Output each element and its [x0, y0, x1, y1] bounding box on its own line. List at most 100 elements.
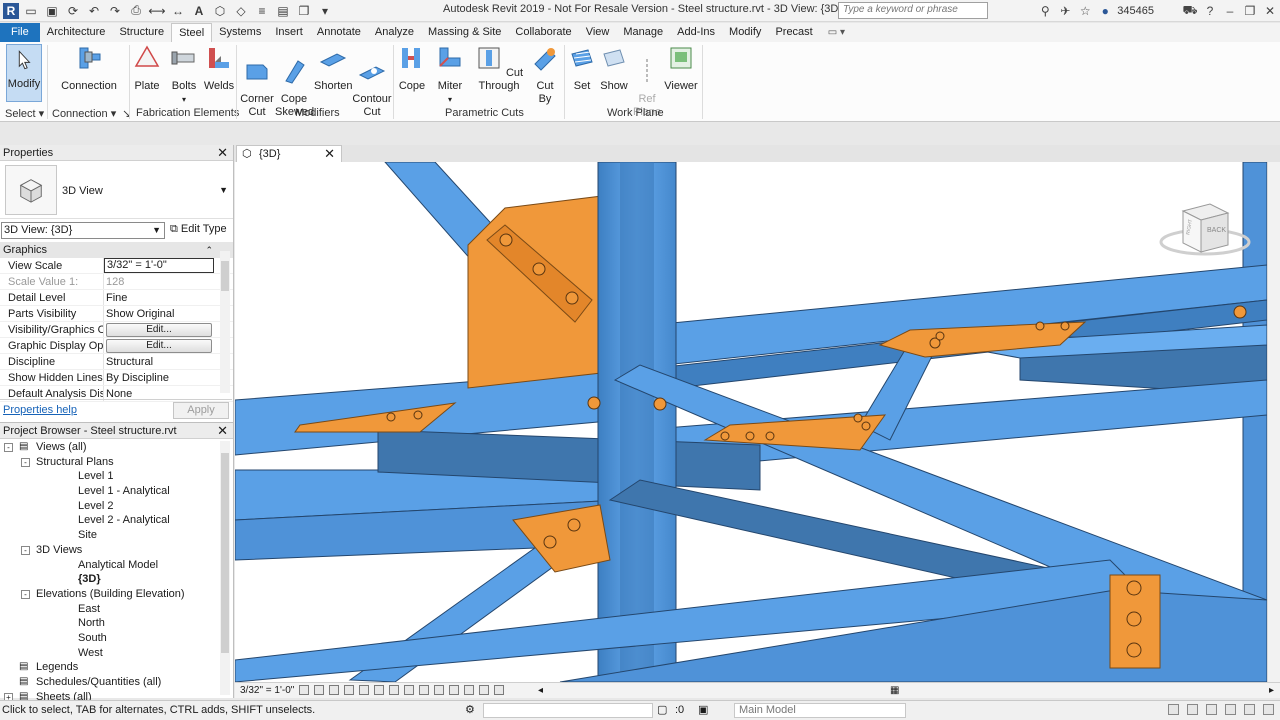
binoculars-icon[interactable]: ⚲ [1035, 4, 1055, 18]
comm-center-icon[interactable]: ✈ [1055, 4, 1075, 18]
close-icon[interactable]: ✕ [217, 145, 228, 161]
graphic-display-edit-button[interactable]: Edit... [106, 339, 212, 353]
select-by-face-icon[interactable] [1225, 704, 1236, 715]
switch-windows-icon[interactable]: ❐ [295, 3, 313, 19]
plate-button[interactable]: Plate [133, 44, 161, 93]
dimension-icon[interactable]: ↔ [169, 3, 187, 19]
save-icon[interactable]: ▣ [43, 3, 61, 19]
cart-icon[interactable]: ⛟ [1180, 3, 1200, 19]
measure-icon[interactable]: ⟷ [148, 3, 166, 19]
worksets-icon[interactable]: ⚙ [465, 701, 475, 720]
graphics-group-header[interactable]: Graphics ⌃ [0, 242, 233, 258]
user-icon[interactable]: ● [1095, 4, 1115, 18]
connection-button[interactable]: Connection [60, 44, 118, 93]
cut-by-button[interactable]: Cut By [530, 44, 560, 106]
customize-qat-icon[interactable]: ▾ [316, 3, 334, 19]
property-row[interactable]: Graphic Display Opt...Edit... [0, 338, 233, 354]
chevron-down-icon[interactable]: ▼ [219, 185, 228, 195]
redo-icon[interactable]: ↷ [106, 3, 124, 19]
tab-precast[interactable]: Precast [768, 23, 819, 42]
cut-through-button[interactable]: Cut Through [470, 44, 528, 93]
view-scale-control[interactable]: 3/32" = 1'-0" [240, 683, 294, 698]
browser-group-item[interactable]: -3D Views [0, 543, 218, 558]
property-row[interactable]: View Scale 3/32" = 1'-0" [0, 258, 233, 274]
browser-view-item[interactable]: Level 2 [0, 499, 218, 514]
undo-icon[interactable]: ↶ [85, 3, 103, 19]
scroll-right-icon[interactable]: ▸ [1269, 683, 1274, 698]
set-work-plane-button[interactable]: Set [568, 44, 596, 93]
browser-view-item[interactable]: South [0, 631, 218, 646]
edit-type-button[interactable]: ⧉ Edit Type [170, 223, 227, 236]
collapse-toggle-icon[interactable]: - [21, 457, 30, 467]
design-options-icon[interactable]: ▣ [698, 701, 708, 720]
property-row[interactable]: Parts Visibility Show Original [0, 306, 233, 322]
select-underlay-icon[interactable] [1187, 704, 1198, 715]
properties-help-link[interactable]: Properties help [3, 404, 77, 416]
miter-button[interactable]: Miter ▾ [435, 44, 465, 106]
shorten-button[interactable]: Shorten [314, 44, 353, 93]
visual-style-icon[interactable] [314, 685, 324, 695]
view-scale-input[interactable]: 3/32" = 1'-0" [104, 258, 214, 273]
editable-only-icon[interactable]: ▢ [657, 701, 667, 720]
steel-model-render[interactable]: BACK RIGHT [235, 162, 1267, 682]
render-icon[interactable] [359, 685, 369, 695]
close-icon[interactable]: ✕ [217, 423, 228, 439]
tab-add-ins[interactable]: Add-Ins [670, 23, 722, 42]
sun-path-icon[interactable] [329, 685, 339, 695]
tab-file[interactable]: File [0, 23, 40, 42]
contour-cut-button[interactable]: Contour Cut [352, 44, 392, 119]
properties-scrollbar[interactable] [220, 251, 230, 393]
property-row[interactable]: Discipline Structural [0, 354, 233, 370]
restore-icon[interactable]: ❐ [1240, 4, 1260, 18]
browser-group-item[interactable]: - ▤ Views (all) [0, 440, 218, 455]
apply-button[interactable]: Apply [173, 402, 229, 419]
sync-icon[interactable]: ⟳ [64, 3, 82, 19]
scroll-thumb[interactable] [221, 453, 229, 653]
type-selector[interactable]: 3D View ▼ [0, 161, 233, 219]
bolts-button[interactable]: Bolts ▾ [170, 44, 198, 106]
show-crop-icon[interactable] [389, 685, 399, 695]
property-row[interactable]: Detail Level Fine [0, 290, 233, 306]
tab-analyze[interactable]: Analyze [368, 23, 421, 42]
print-icon[interactable]: ⎙ [127, 3, 145, 19]
filter-icon[interactable] [1263, 704, 1274, 715]
collapse-toggle-icon[interactable]: - [21, 545, 30, 555]
collapse-toggle-icon[interactable]: - [21, 589, 30, 599]
tab-architecture[interactable]: Architecture [40, 23, 113, 42]
drag-on-select-icon[interactable] [1244, 704, 1255, 715]
highlight-displacement-icon[interactable] [479, 685, 489, 695]
tab-insert[interactable]: Insert [268, 23, 310, 42]
show-work-plane-button[interactable]: Show [600, 44, 628, 93]
design-option-dropdown[interactable]: Main Model [734, 703, 906, 718]
browser-view-item[interactable]: West [0, 646, 218, 661]
user-name[interactable]: 345465 [1117, 5, 1154, 17]
corner-cut-button[interactable]: Corner Cut [240, 44, 274, 119]
browser-group-item[interactable]: ▤ Schedules/Quantities (all) [0, 675, 218, 690]
scroll-grip-icon[interactable]: ▦ [890, 683, 899, 698]
crop-view-icon[interactable] [374, 685, 384, 695]
browser-view-item[interactable]: North [0, 616, 218, 631]
browser-view-item[interactable]: East [0, 602, 218, 617]
3d-viewport[interactable]: BACK RIGHT [235, 162, 1267, 682]
shadows-icon[interactable] [344, 685, 354, 695]
viewer-button[interactable]: Viewer [664, 44, 698, 93]
browser-view-item[interactable]: {3D} [0, 572, 218, 587]
browser-group-item[interactable]: - Structural Plans [0, 455, 218, 470]
tab-modify[interactable]: Modify [722, 23, 768, 42]
visibility-graphics-edit-button[interactable]: Edit... [106, 323, 212, 337]
browser-view-item[interactable]: Level 2 - Analytical [0, 513, 218, 528]
view-scrollbar[interactable] [1267, 162, 1280, 682]
close-window-icon[interactable]: ✕ [1260, 4, 1280, 18]
favorites-icon[interactable]: ☆ [1075, 4, 1095, 18]
gusset-plate[interactable] [467, 194, 611, 389]
browser-group-item[interactable]: - Elevations (Building Elevation) [0, 587, 218, 602]
tab-steel[interactable]: Steel [171, 23, 213, 42]
text-icon[interactable]: A [190, 3, 208, 19]
lock-view-icon[interactable] [404, 685, 414, 695]
thin-lines-icon[interactable]: ≡ [253, 3, 271, 19]
browser-view-item[interactable]: Level 1 [0, 469, 218, 484]
instance-filter-dropdown[interactable]: 3D View: {3D} ▼ [1, 222, 165, 239]
constraints-icon[interactable] [494, 685, 504, 695]
property-row[interactable]: Visibility/Graphics O...Edit... [0, 322, 233, 338]
browser-view-item[interactable]: Analytical Model [0, 558, 218, 573]
